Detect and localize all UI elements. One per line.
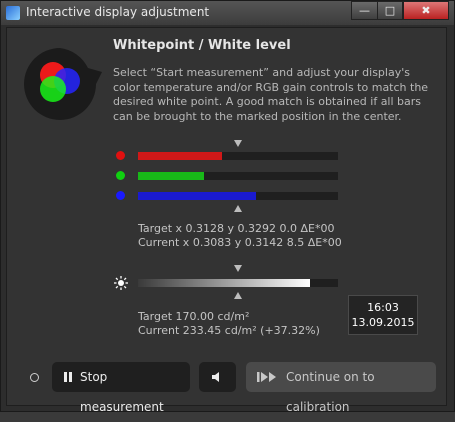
continue-to-calibration-button[interactable]: Continue on to calibration bbox=[246, 362, 436, 414]
stop-measurement-label: Stop measurement bbox=[80, 370, 164, 414]
red-gain-fill bbox=[138, 152, 222, 160]
clock-date: 13.09.2015 bbox=[351, 316, 415, 329]
minimize-button[interactable]: — bbox=[351, 1, 378, 20]
luminance-marker-bottom bbox=[234, 292, 242, 299]
whitepoint-readout: Target x 0.3128 y 0.3292 0.0 ΔE*00 Curre… bbox=[138, 222, 342, 250]
red-channel-dot bbox=[116, 151, 125, 160]
stop-measurement-button[interactable]: Stop measurement bbox=[52, 362, 190, 414]
whitepoint-target: Target x 0.3128 y 0.3292 0.0 ΔE*00 bbox=[138, 222, 335, 235]
rgb-circles-icon bbox=[24, 48, 102, 120]
clock-time: 16:03 bbox=[367, 301, 399, 314]
speaker-icon bbox=[212, 372, 219, 382]
center-marker-top bbox=[234, 140, 242, 147]
section-title: Whitepoint / White level bbox=[113, 38, 291, 53]
luminance-bar bbox=[138, 279, 338, 287]
clock-widget: 16:03 13.09.2015 bbox=[348, 295, 418, 335]
luminance-readout: Target 170.00 cd/m² Current 233.45 cd/m²… bbox=[138, 310, 320, 338]
blue-gain-bar bbox=[138, 192, 338, 200]
skip-forward-icon bbox=[257, 372, 276, 382]
center-marker-bottom bbox=[234, 205, 242, 212]
green-gain-bar bbox=[138, 172, 338, 180]
sun-icon bbox=[114, 276, 128, 290]
green-channel-dot bbox=[116, 171, 125, 180]
luminance-fill bbox=[138, 279, 310, 287]
whitepoint-current: Current x 0.3083 y 0.3142 8.5 ΔE*00 bbox=[138, 236, 342, 249]
title-bar[interactable]: Interactive display adjustment — □ ✖ bbox=[1, 1, 454, 25]
window-title: Interactive display adjustment bbox=[26, 5, 210, 19]
status-indicator-icon bbox=[30, 373, 39, 382]
maximize-button[interactable]: □ bbox=[377, 1, 403, 20]
pause-icon bbox=[64, 372, 67, 382]
green-gain-fill bbox=[138, 172, 204, 180]
close-button[interactable]: ✖ bbox=[403, 1, 449, 20]
blue-gain-fill bbox=[138, 192, 256, 200]
luminance-target: Target 170.00 cd/m² bbox=[138, 310, 250, 323]
luminance-marker-top bbox=[234, 265, 242, 272]
app-icon bbox=[6, 6, 20, 20]
mute-button[interactable] bbox=[199, 362, 236, 392]
continue-label: Continue on to calibration bbox=[286, 370, 375, 414]
luminance-current: Current 233.45 cd/m² (+37.32%) bbox=[138, 324, 320, 337]
red-gain-bar bbox=[138, 152, 338, 160]
instructions-text: Select “Start measurement” and adjust yo… bbox=[113, 66, 429, 123]
blue-channel-dot bbox=[116, 191, 125, 200]
